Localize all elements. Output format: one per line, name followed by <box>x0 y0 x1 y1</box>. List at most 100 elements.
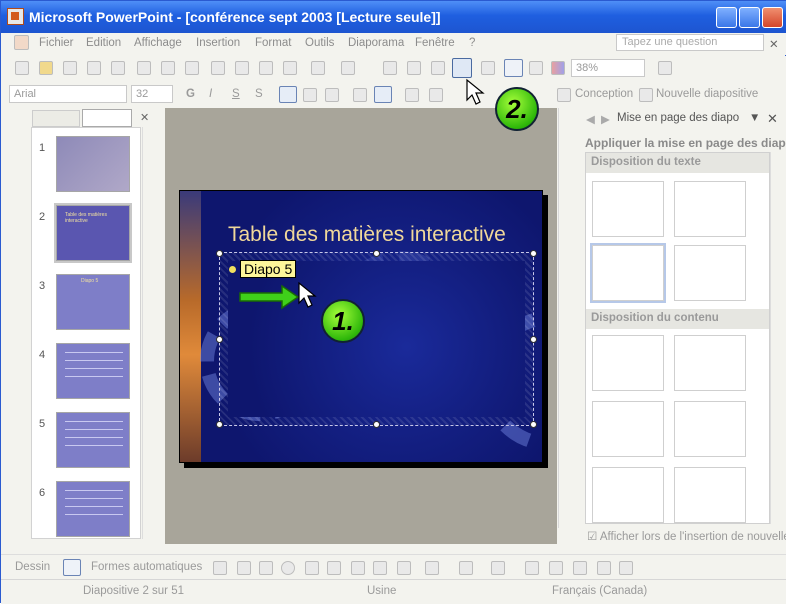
layout-title-text[interactable] <box>590 243 666 303</box>
show-on-insert-option[interactable]: ☑ Afficher lors de l'insertion de nouvel… <box>587 529 786 543</box>
layout-content[interactable] <box>674 335 746 391</box>
selected-bullet-text[interactable]: Diapo 5 <box>240 260 297 278</box>
task-pane-dropdown-icon[interactable]: ▼ <box>749 112 760 124</box>
redo-icon[interactable] <box>341 61 355 75</box>
minimize-button[interactable] <box>716 7 737 28</box>
layout-four-content[interactable] <box>592 467 664 523</box>
zoom-combo[interactable]: 38% <box>571 59 645 77</box>
slide-thumbnail-2[interactable]: Table des matières interactive <box>54 203 132 263</box>
thumbnail-scrollbar[interactable] <box>142 127 155 539</box>
chart-icon[interactable] <box>383 61 397 75</box>
task-pane-title[interactable]: Mise en page des diapo <box>617 112 739 124</box>
hyperlink-icon[interactable] <box>452 58 472 78</box>
line-style-icon[interactable] <box>525 561 539 575</box>
menu-affichage[interactable]: Affichage <box>134 37 182 49</box>
new-slide-icon[interactable] <box>639 88 653 102</box>
bold-button[interactable]: G <box>186 88 195 100</box>
font-size-combo[interactable]: 32 <box>131 85 173 103</box>
dash-style-icon[interactable] <box>549 561 563 575</box>
slide-thumbnail-4[interactable] <box>56 343 130 399</box>
close-button[interactable] <box>762 7 783 28</box>
back-arrow-icon[interactable]: ◀ <box>586 112 595 126</box>
document-icon[interactable] <box>14 35 29 50</box>
content-placeholder[interactable] <box>219 252 534 426</box>
shadow-style-icon[interactable] <box>597 561 611 575</box>
diagram-icon[interactable] <box>351 561 365 575</box>
resize-handle[interactable] <box>373 421 380 428</box>
layout-blank[interactable] <box>592 335 664 391</box>
print-icon[interactable] <box>137 61 151 75</box>
font-combo[interactable]: Arial <box>9 85 127 103</box>
slide-thumbnail-3[interactable]: Diapo 5 <box>56 274 130 330</box>
save-icon[interactable] <box>63 61 77 75</box>
help-icon[interactable] <box>658 61 672 75</box>
show-formatting-icon[interactable] <box>504 59 523 77</box>
close-doc-icon[interactable]: ✕ <box>769 37 779 51</box>
show-grid-icon[interactable] <box>529 61 543 75</box>
menu-fenetre[interactable]: Fenêtre <box>415 37 455 49</box>
layout-title-two-content[interactable] <box>674 401 746 457</box>
layout-two-columns[interactable] <box>674 245 746 301</box>
decrease-font-icon[interactable] <box>429 88 443 102</box>
paste-icon[interactable] <box>259 61 273 75</box>
menu-outils[interactable]: Outils <box>305 37 334 49</box>
slide-thumbnail-6[interactable] <box>56 481 130 537</box>
resize-handle[interactable] <box>373 250 380 257</box>
open-icon[interactable] <box>39 61 53 75</box>
editor-vertical-scrollbar[interactable] <box>558 108 576 528</box>
resize-handle[interactable] <box>216 250 223 257</box>
maximize-button[interactable] <box>739 7 760 28</box>
menu-help[interactable]: ? <box>469 37 475 49</box>
slide-thumbnail-5[interactable] <box>56 412 130 468</box>
menu-format[interactable]: Format <box>255 37 291 49</box>
table-icon[interactable] <box>407 61 421 75</box>
layout-title-only[interactable] <box>674 181 746 237</box>
format-painter-icon[interactable] <box>283 61 297 75</box>
arrow-icon[interactable] <box>237 561 251 575</box>
menu-edition[interactable]: Edition <box>86 37 121 49</box>
layout-title[interactable] <box>592 181 664 237</box>
wordart-icon[interactable] <box>327 561 341 575</box>
copy-icon[interactable] <box>235 61 249 75</box>
rectangle-icon[interactable] <box>259 561 273 575</box>
new-icon[interactable] <box>15 61 29 75</box>
3d-style-icon[interactable] <box>619 561 633 575</box>
clipart-icon[interactable] <box>373 561 387 575</box>
menu-fichier[interactable]: Fichier <box>39 37 74 49</box>
color-grayscale-icon[interactable] <box>551 61 565 75</box>
spelling-icon[interactable] <box>185 61 199 75</box>
increase-font-icon[interactable] <box>405 88 419 102</box>
align-right-icon[interactable] <box>325 88 339 102</box>
line-icon[interactable] <box>213 561 227 575</box>
close-pane-icon[interactable]: ✕ <box>140 111 149 124</box>
italic-button[interactable]: I <box>209 88 212 100</box>
resize-handle[interactable] <box>530 250 537 257</box>
drawing-menu-button[interactable]: Dessin <box>15 561 50 573</box>
outline-tab[interactable] <box>32 110 80 127</box>
expand-icon[interactable] <box>481 61 495 75</box>
resize-handle[interactable] <box>530 421 537 428</box>
line-color-icon[interactable] <box>459 561 473 575</box>
resize-handle[interactable] <box>216 336 223 343</box>
shadow-button[interactable]: S <box>255 88 263 100</box>
slides-tab[interactable] <box>82 109 132 127</box>
new-slide-button[interactable]: Nouvelle diapositive <box>656 88 758 100</box>
tables-borders-icon[interactable] <box>431 61 445 75</box>
select-objects-icon[interactable] <box>63 559 81 576</box>
design-button[interactable]: Conception <box>575 88 633 100</box>
align-center-icon[interactable] <box>303 88 317 102</box>
task-pane-scrollbar[interactable] <box>770 152 784 524</box>
cut-icon[interactable] <box>211 61 225 75</box>
permission-icon[interactable] <box>87 61 101 75</box>
design-icon[interactable] <box>557 88 571 102</box>
fill-color-icon[interactable] <box>425 561 439 575</box>
menu-diaporama[interactable]: Diaporama <box>348 37 404 49</box>
arrow-style-icon[interactable] <box>573 561 587 575</box>
layout-title-content[interactable] <box>592 401 664 457</box>
forward-arrow-icon[interactable]: ▶ <box>601 112 610 126</box>
autoshapes-button[interactable]: Formes automatiques <box>91 561 202 573</box>
email-icon[interactable] <box>111 61 125 75</box>
layout-title-four-content[interactable] <box>674 467 746 523</box>
underline-button[interactable]: S <box>232 88 240 100</box>
powerpoint-icon[interactable] <box>7 8 24 25</box>
